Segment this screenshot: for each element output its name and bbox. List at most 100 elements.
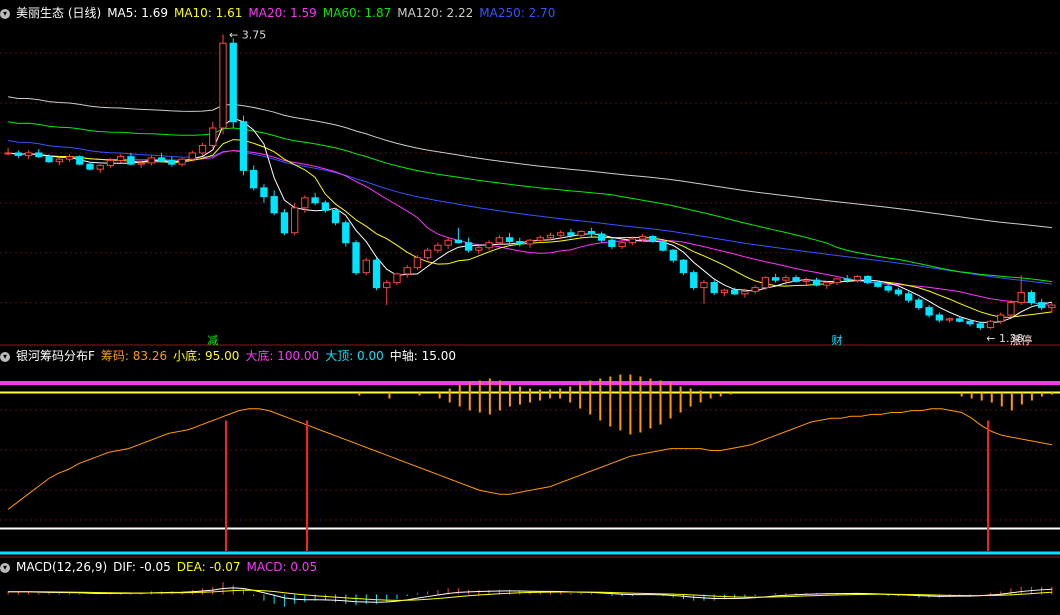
candle-body bbox=[475, 247, 483, 251]
candle-body bbox=[1027, 292, 1036, 304]
candle-body bbox=[4, 152, 12, 155]
candle-body bbox=[383, 282, 391, 289]
chip-legend-2: 小底: 95.00 bbox=[173, 349, 240, 363]
candle-body bbox=[485, 242, 493, 249]
candle-body bbox=[567, 232, 575, 236]
candle-body bbox=[96, 164, 104, 170]
candle-body bbox=[843, 278, 851, 281]
candle-body bbox=[792, 277, 800, 282]
candle-body bbox=[434, 244, 442, 251]
candle-body bbox=[311, 197, 319, 204]
candle-body bbox=[321, 202, 330, 211]
candle-body bbox=[659, 240, 667, 251]
candle-body bbox=[352, 242, 360, 274]
candle-body bbox=[403, 267, 411, 275]
chip-panel-legend: ▾ 银河筹码分布F 筹码: 83.26 小底: 95.00 大底: 100.00 大顶: … bbox=[0, 347, 468, 365]
candle-body bbox=[117, 156, 125, 161]
candle-body bbox=[168, 159, 176, 165]
chip-legend-1: 筹码: 83.26 bbox=[100, 349, 168, 363]
dif-line bbox=[8, 587, 1052, 603]
candle-body bbox=[546, 234, 555, 239]
candle-body bbox=[536, 237, 544, 241]
candle-body bbox=[700, 282, 708, 289]
candle-body bbox=[618, 242, 626, 247]
candle-body bbox=[301, 197, 309, 209]
candle-body bbox=[720, 289, 729, 294]
candle-body bbox=[331, 209, 340, 224]
chart-root: ← 3.75 ← 1.38 减财涨停 ▾ 美丽生态 (日线) MA5: 1.69 MA10… bbox=[0, 0, 1060, 615]
candle-body bbox=[1037, 302, 1046, 309]
stock-chart-svg: ← 3.75← 1.38减财涨停 bbox=[0, 28, 1060, 607]
candle-body bbox=[557, 232, 565, 236]
candle-body bbox=[812, 279, 821, 286]
candle-body bbox=[35, 152, 43, 158]
candle-body bbox=[372, 259, 381, 289]
candle-body bbox=[362, 259, 370, 274]
price-legend-4: MA60: 1.87 bbox=[322, 6, 392, 20]
candle-body bbox=[45, 156, 53, 163]
candle-body bbox=[884, 285, 892, 291]
candle-body bbox=[209, 127, 217, 146]
macd-legend-0: MACD(12,26,9) bbox=[16, 560, 108, 574]
candle-body bbox=[24, 152, 33, 156]
price-legend-1: MA5: 1.69 bbox=[107, 6, 168, 20]
candle-body bbox=[833, 278, 841, 284]
price-legend-5: MA120: 2.22 bbox=[397, 6, 474, 20]
price-legend-3: MA20: 1.59 bbox=[248, 6, 317, 20]
candle-body bbox=[730, 289, 739, 295]
candle-body bbox=[14, 152, 23, 156]
candle-body bbox=[280, 212, 289, 234]
candle-body bbox=[127, 156, 135, 165]
candle-body bbox=[956, 318, 964, 322]
candle-body bbox=[393, 273, 401, 284]
candle-body bbox=[802, 279, 810, 282]
candle-body bbox=[976, 323, 984, 329]
candle-body bbox=[997, 314, 1005, 322]
event-annotation: 减 bbox=[207, 334, 218, 347]
chevron-down-icon[interactable]: ▾ bbox=[0, 8, 10, 19]
candle-body bbox=[679, 259, 688, 274]
candle-body bbox=[219, 42, 227, 129]
event-annotation: 财 bbox=[831, 333, 842, 347]
candle-body bbox=[1048, 304, 1056, 309]
price-legend-2: MA10: 1.61 bbox=[173, 6, 243, 20]
macd-panel-legend: ▾ MACD(12,26,9) DIF: -0.05 DEA: -0.07 MACD: … bbox=[0, 558, 329, 576]
price-legend-0: 美丽生态 (日线) bbox=[16, 6, 102, 20]
candle-body bbox=[874, 282, 882, 287]
price-legend-6: MA250: 2.70 bbox=[479, 6, 556, 20]
candle-body bbox=[597, 233, 606, 241]
candle-body bbox=[137, 162, 145, 165]
candle-body bbox=[894, 289, 903, 295]
candle-body bbox=[986, 320, 995, 329]
candle-body bbox=[290, 207, 299, 234]
candle-body bbox=[464, 242, 473, 251]
candle-body bbox=[342, 222, 350, 244]
candle-body bbox=[751, 287, 759, 292]
candle-body bbox=[505, 237, 514, 242]
candle-body bbox=[935, 314, 943, 321]
chevron-down-icon[interactable]: ▾ bbox=[0, 351, 10, 362]
candle-body bbox=[587, 231, 596, 235]
candle-body bbox=[649, 235, 657, 242]
candle-body bbox=[577, 231, 585, 236]
macd-legend-2: DEA: -0.07 bbox=[176, 560, 241, 574]
candle-body bbox=[690, 272, 698, 289]
candle-body bbox=[454, 239, 463, 244]
chip-legend-3: 大底: 100.00 bbox=[245, 349, 320, 363]
candle-body bbox=[260, 187, 268, 198]
candle-body bbox=[1017, 292, 1025, 304]
macd-legend-3: MACD: 0.05 bbox=[246, 560, 318, 574]
candle-body bbox=[823, 282, 831, 286]
high-price-label: ← 3.75 bbox=[229, 28, 266, 41]
candle-body bbox=[444, 239, 452, 246]
chip-legend-0: 银河筹码分布F bbox=[16, 349, 95, 363]
candle-body bbox=[853, 275, 862, 281]
candle-body bbox=[710, 282, 718, 294]
candle-body bbox=[250, 169, 258, 189]
candle-body bbox=[526, 239, 534, 245]
candle-body bbox=[761, 277, 770, 289]
candle-body bbox=[945, 318, 954, 321]
chevron-down-icon[interactable]: ▾ bbox=[0, 562, 10, 573]
candle-body bbox=[55, 158, 63, 163]
candle-body bbox=[76, 156, 84, 165]
